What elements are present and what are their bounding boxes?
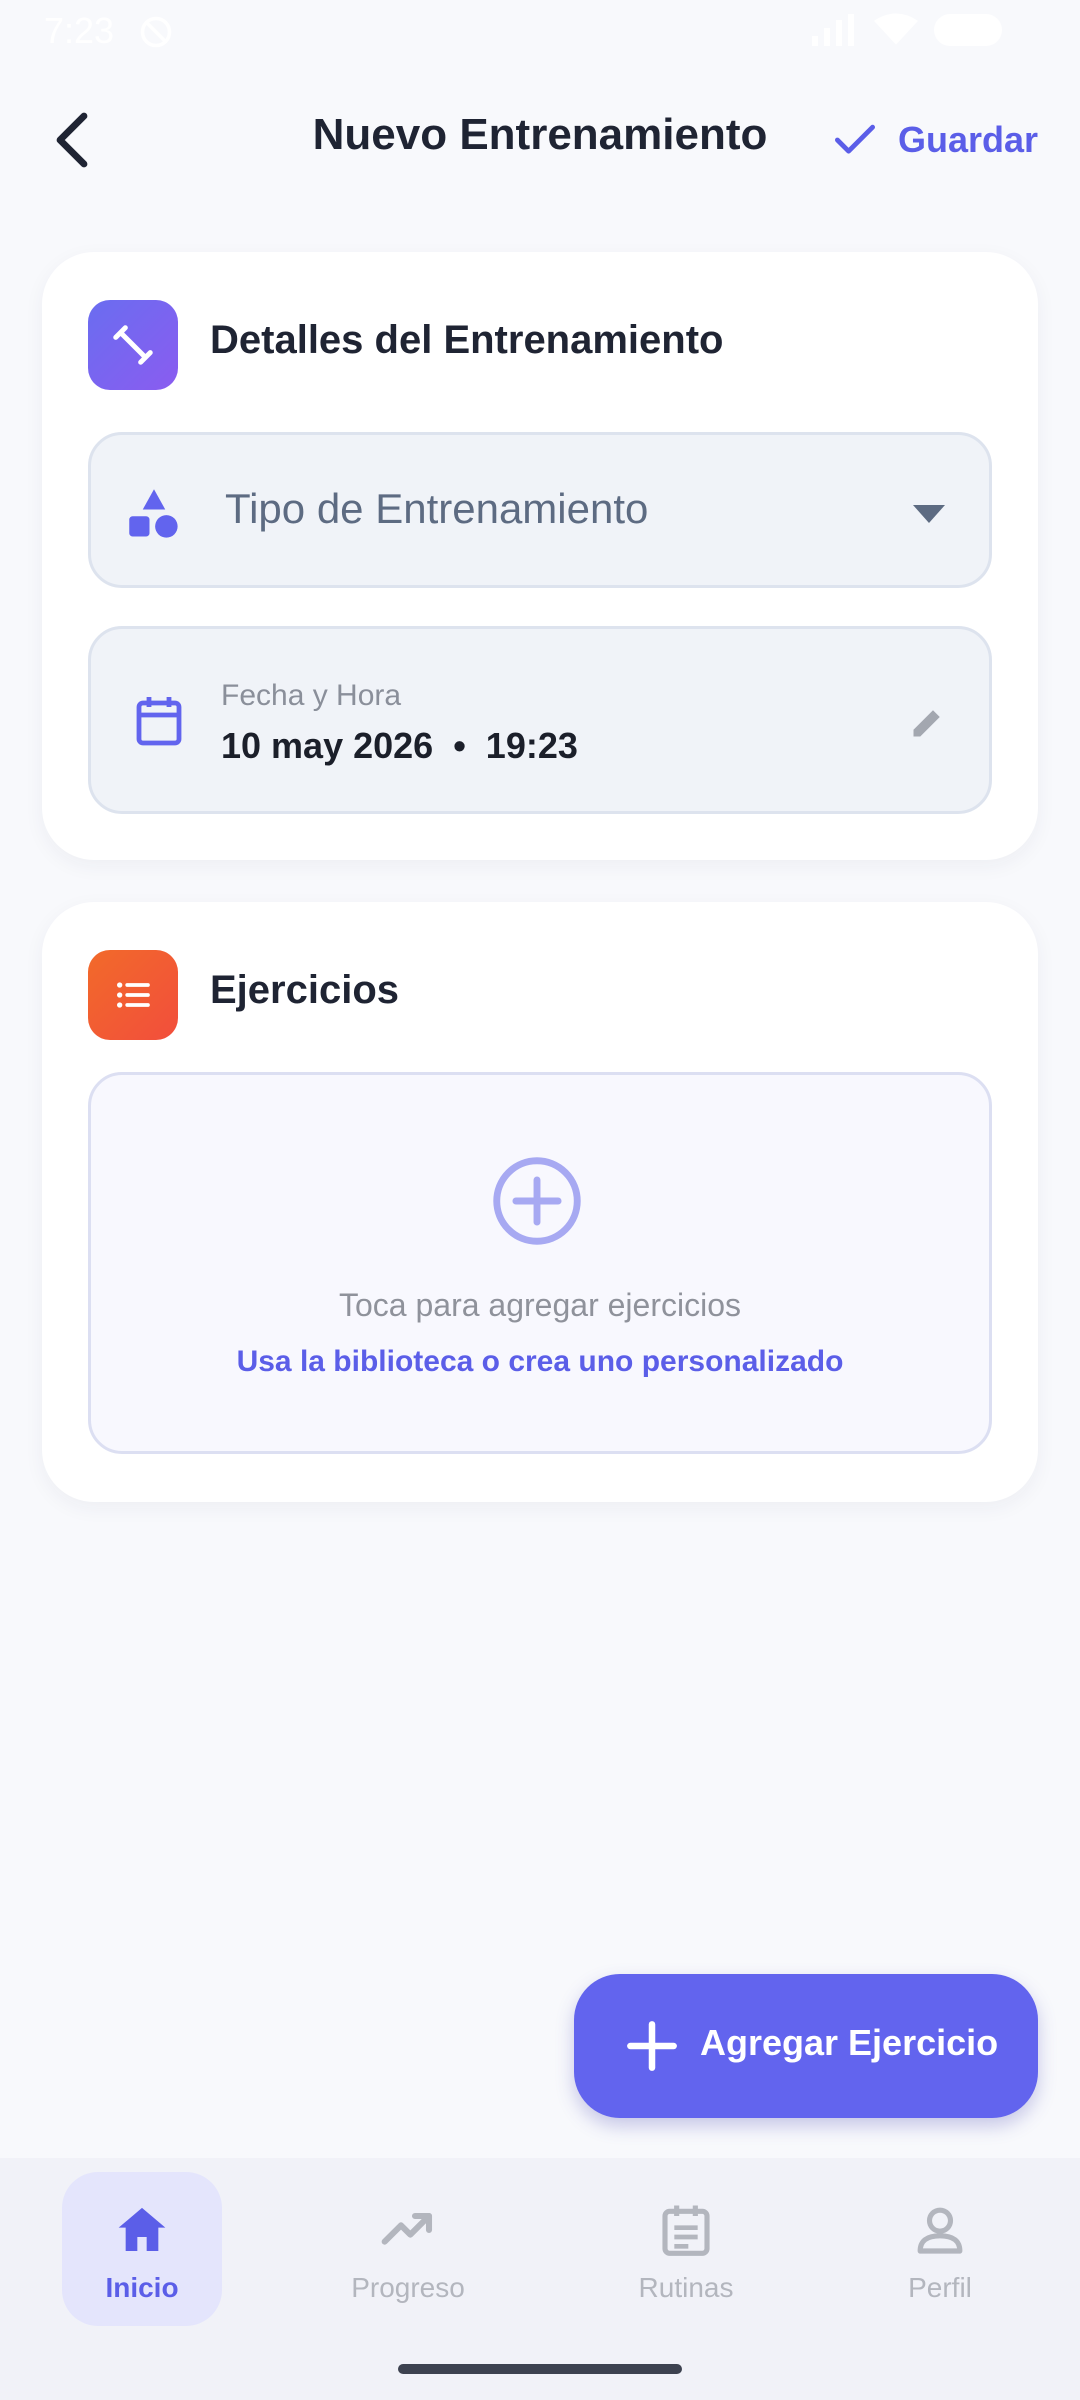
save-button[interactable]: Guardar	[834, 112, 1038, 168]
save-label: Guardar	[897, 119, 1038, 160]
add-exercises-text: Toca para agregar ejercicios	[339, 1287, 741, 1323]
add-exercises-zone[interactable]: Toca para agregar ejercicios Usa la bibl…	[88, 1072, 992, 1454]
list-icon	[88, 950, 178, 1040]
home-indicator[interactable]	[398, 2364, 682, 2374]
details-card-title: Detalles del Entrenamiento	[210, 318, 724, 362]
wifi-icon	[874, 13, 918, 45]
battery-icon	[934, 14, 1002, 46]
trending-up-icon	[381, 2212, 433, 2245]
calendar-icon	[136, 697, 182, 746]
nav-label-rutinas: Rutinas	[638, 2272, 734, 2303]
nav-item-rutinas[interactable]: Rutinas	[606, 2172, 766, 2326]
workout-type-placeholder: Tipo de Entrenamiento	[225, 485, 649, 532]
workout-type-dropdown[interactable]: Tipo de Entrenamiento	[88, 432, 992, 588]
add-exercise-label: Agregar Ejercicio	[700, 2022, 999, 2063]
add-circle-icon	[493, 1157, 581, 1245]
home-icon	[118, 2207, 166, 2251]
add-exercise-button[interactable]: Agregar Ejercicio	[574, 1974, 1038, 2118]
person-icon	[917, 2207, 963, 2254]
library-or-custom-link[interactable]: Usa la biblioteca o crea uno personaliza…	[91, 1345, 989, 1379]
nav-item-progreso[interactable]: Progreso	[328, 2172, 488, 2326]
plus-icon	[627, 2021, 677, 2071]
nav-label-progreso: Progreso	[351, 2272, 465, 2303]
nav-item-perfil[interactable]: Perfil	[860, 2172, 1020, 2326]
exercises-card-title: Ejercicios	[210, 968, 400, 1012]
nav-item-inicio[interactable]: Inicio	[62, 2172, 222, 2326]
signal-icon	[812, 14, 854, 46]
exercises-card: Ejercicios Toca para agregar ejercicios …	[42, 902, 1038, 1502]
shapes-icon	[129, 489, 178, 538]
status-time: 7:23	[44, 10, 115, 51]
date-time-value: 10 may 2026 • 19:23	[221, 725, 578, 766]
app-bar: Nuevo Entrenamiento Guardar	[0, 90, 1080, 190]
shield-icon	[140, 16, 172, 48]
nav-label-perfil: Perfil	[908, 2272, 972, 2303]
date-time-field[interactable]: Fecha y Hora 10 may 2026 • 19:23	[88, 626, 992, 814]
calendar-list-icon	[662, 2205, 710, 2256]
date-time-label: Fecha y Hora	[221, 679, 402, 712]
workout-details-card: Detalles del Entrenamiento Tipo de Entre…	[42, 252, 1038, 860]
nav-label-inicio: Inicio	[105, 2272, 179, 2303]
check-icon	[834, 124, 875, 154]
status-bar: 7:23	[0, 0, 1080, 60]
edit-pencil-icon[interactable]	[909, 705, 945, 741]
dropdown-caret-icon	[913, 505, 945, 523]
dumbbell-icon	[88, 300, 178, 390]
